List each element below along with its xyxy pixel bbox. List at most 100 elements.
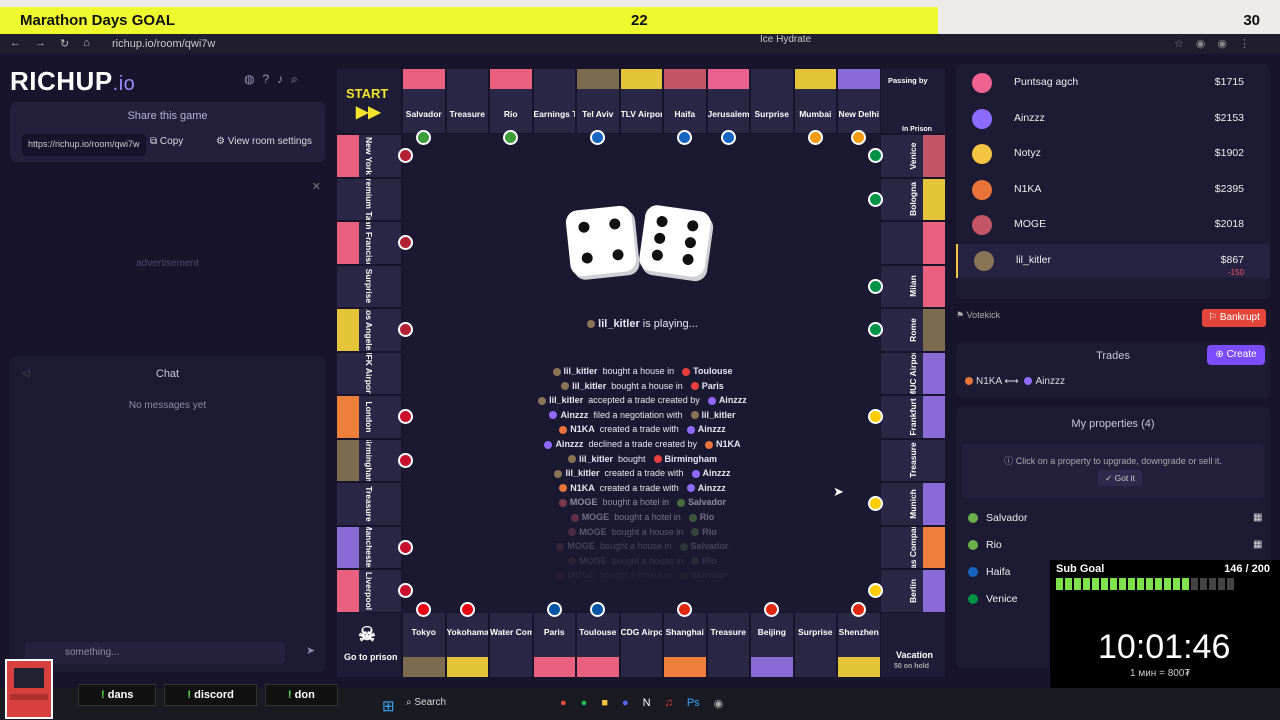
votekick-button[interactable]: ⚑ Votekick: [956, 310, 1016, 321]
board-tile-right-8[interactable]: Munich: [880, 482, 946, 526]
address-bar[interactable]: richup.io/room/qwi7w: [112, 38, 215, 50]
board-tile-bottom-1[interactable]: Yokohama: [445, 612, 489, 678]
board-tile-right-9[interactable]: Gas Company: [880, 525, 946, 569]
copy-button[interactable]: ⧉ Copy: [150, 136, 183, 147]
star-icon[interactable]: ☆: [1174, 37, 1184, 50]
board-tile-left-4[interactable]: Los Angeles: [336, 308, 402, 352]
tile-color-strip: [923, 178, 945, 220]
flag-icon: [546, 602, 562, 617]
send-icon[interactable]: ➤: [306, 644, 315, 657]
spotify-icon[interactable]: ●: [581, 697, 588, 710]
board-tile-5[interactable]: TLV Airport: [619, 68, 663, 134]
tile-color-strip: [664, 657, 706, 677]
flag-icon: [868, 583, 883, 598]
board-tile-10[interactable]: New Delhi: [837, 68, 881, 134]
board-tile-bottom-7[interactable]: Treasure: [706, 612, 750, 678]
board-tile-left-5[interactable]: JFK Airport: [336, 351, 402, 395]
start-corner[interactable]: [336, 68, 402, 134]
close-icon[interactable]: ✕: [312, 180, 321, 193]
create-trade-button[interactable]: ⊕ Create: [1207, 345, 1265, 365]
got-it-button[interactable]: ✓ Got it: [1098, 470, 1142, 486]
board-tile-bottom-9[interactable]: Surprise: [793, 612, 837, 678]
goal-title: Marathon Days GOAL: [20, 12, 176, 29]
room-settings-button[interactable]: ⚙ View room settings: [216, 136, 312, 147]
sound-icon[interactable]: ♪: [277, 72, 283, 87]
music-icon[interactable]: ♫: [665, 697, 673, 710]
reload-icon[interactable]: ↻: [60, 37, 69, 50]
board-tile-9[interactable]: Mumbai: [793, 68, 837, 134]
browser-tab[interactable]: Ice Hydrate: [760, 34, 811, 45]
board-tile-right-4[interactable]: Rome: [880, 308, 946, 352]
board-tile-left-1[interactable]: Premium Tax: [336, 177, 402, 221]
player-row[interactable]: N1KA $2395: [956, 173, 1270, 207]
property-row[interactable]: Rio ▦: [968, 539, 1262, 551]
board-tile-right-10[interactable]: Berlin: [880, 569, 946, 613]
tile-name: Manchester: [364, 525, 374, 569]
taskbar-search[interactable]: ⌕ Search: [406, 697, 446, 708]
board-tile-right-7[interactable]: Treasure: [880, 438, 946, 482]
tile-name: Birmingham: [364, 438, 374, 482]
property-row[interactable]: Salvador ▦: [968, 512, 1262, 524]
board-tile-0[interactable]: Salvador: [402, 68, 446, 134]
notion-icon[interactable]: N: [643, 697, 651, 710]
board-tile-bottom-6[interactable]: Shanghai: [663, 612, 707, 678]
board-tile-bottom-10[interactable]: Shenzhen: [837, 612, 881, 678]
player-row[interactable]: Puntsag agch $1715: [956, 66, 1270, 100]
tile-color-strip: [620, 657, 662, 677]
go-to-prison-label: Go to prison: [344, 652, 398, 662]
board-tile-left-3[interactable]: Surprise: [336, 264, 402, 308]
search-icon[interactable]: ⌕: [291, 72, 298, 87]
board-tile-2[interactable]: Rio: [489, 68, 533, 134]
board-tile-bottom-5[interactable]: CDG Airport: [619, 612, 663, 678]
windows-icon[interactable]: ⊞: [382, 697, 395, 715]
board-tile-left-7[interactable]: Birmingham: [336, 438, 402, 482]
board-tile-left-8[interactable]: Treasure: [336, 482, 402, 526]
board-tile-right-6[interactable]: Frankfurt: [880, 395, 946, 439]
board-tile-bottom-3[interactable]: Paris: [532, 612, 576, 678]
home-icon[interactable]: ⌂: [83, 37, 90, 50]
board-tile-bottom-8[interactable]: Beijing: [750, 612, 794, 678]
property-row[interactable]: Venice: [968, 593, 1018, 605]
trade-item[interactable]: N1KA ⟷ Ainzzz: [962, 376, 1065, 387]
photoshop-icon[interactable]: Ps: [687, 697, 700, 710]
board-tile-6[interactable]: Haifa: [663, 68, 707, 134]
forward-icon[interactable]: →: [35, 37, 46, 50]
board-tile-left-0[interactable]: New York: [336, 134, 402, 178]
extension-icon[interactable]: ◉: [1196, 37, 1206, 50]
board-tile-left-2[interactable]: San Francisco: [336, 221, 402, 265]
board-tile-left-9[interactable]: Manchester: [336, 525, 402, 569]
board-tile-right-2[interactable]: [880, 221, 946, 265]
back-icon[interactable]: ←: [10, 37, 21, 50]
extension-icon[interactable]: ◉: [1217, 37, 1227, 50]
player-row[interactable]: Ainzzz $2153: [956, 102, 1270, 136]
bankrupt-button[interactable]: ⚐ Bankrupt: [1202, 309, 1266, 327]
chrome-icon[interactable]: ●: [560, 697, 567, 710]
player-row[interactable]: lil_kitler $867 -150: [956, 243, 1270, 278]
player-row[interactable]: Notyz $1902: [956, 137, 1270, 171]
dice-2: [637, 203, 713, 279]
menu-icon[interactable]: ⋮: [1239, 37, 1250, 50]
board-tile-1[interactable]: Treasure: [445, 68, 489, 134]
room-url-field[interactable]: https://richup.io/room/qwi7w: [22, 134, 146, 156]
board-tile-right-3[interactable]: Milan: [880, 264, 946, 308]
board-tile-bottom-4[interactable]: Toulouse: [576, 612, 620, 678]
help-icon[interactable]: ?: [262, 72, 269, 87]
board-tile-4[interactable]: Tel Aviv: [576, 68, 620, 134]
discord-icon[interactable]: ●: [622, 697, 629, 710]
discord-icon[interactable]: ◍: [244, 72, 254, 87]
board-tile-8[interactable]: Surprise: [750, 68, 794, 134]
board-tile-right-1[interactable]: Bologna: [880, 177, 946, 221]
board-tile-left-6[interactable]: London: [336, 395, 402, 439]
property-row[interactable]: Haifa: [968, 566, 1011, 578]
folder-icon[interactable]: ■: [601, 697, 608, 710]
board-tile-bottom-0[interactable]: Tokyo: [402, 612, 446, 678]
steam-icon[interactable]: ◉: [714, 697, 724, 710]
board-tile-right-5[interactable]: MUC Airport: [880, 351, 946, 395]
player-row[interactable]: MOGE $2018: [956, 208, 1270, 242]
flag-icon: [868, 322, 883, 337]
board-tile-3[interactable]: Earnings Tax: [532, 68, 576, 134]
board-tile-right-0[interactable]: Venice: [880, 134, 946, 178]
board-tile-7[interactable]: Jerusalem: [706, 68, 750, 134]
board-tile-bottom-2[interactable]: Water Company: [489, 612, 533, 678]
board-tile-left-10[interactable]: Liverpool: [336, 569, 402, 613]
